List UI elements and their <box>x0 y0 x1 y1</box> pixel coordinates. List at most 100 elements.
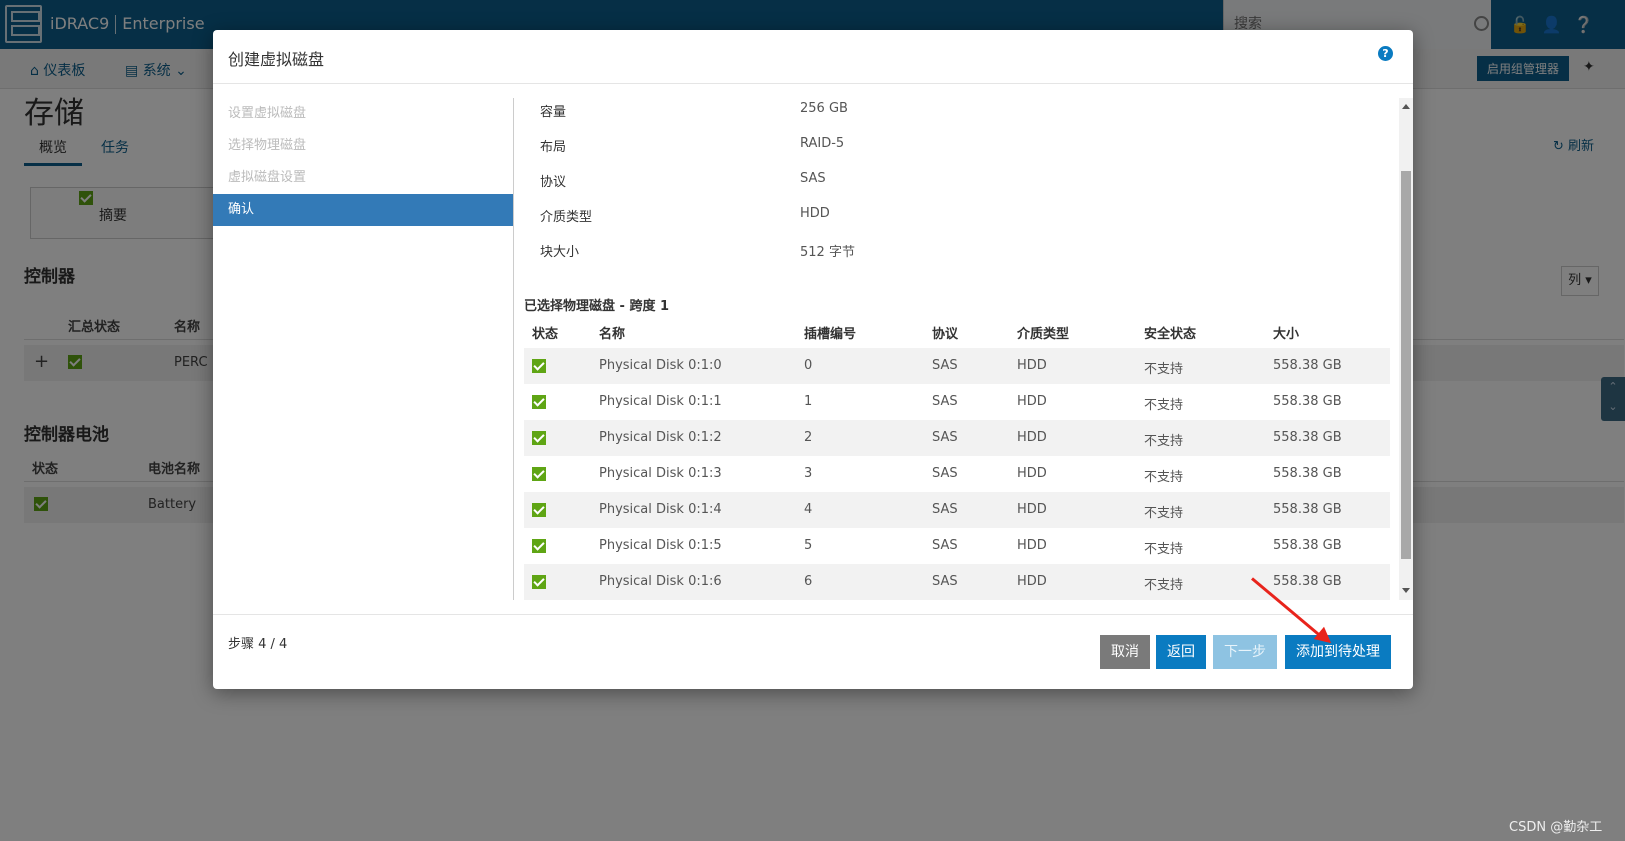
disk-media: HDD <box>1017 394 1047 409</box>
status-ok-icon <box>532 467 546 485</box>
table-header: 状态 名称 插槽编号 协议 介质类型 安全状态 大小 <box>524 315 1390 348</box>
status-ok-icon <box>532 431 546 449</box>
step-select-disks[interactable]: 选择物理磁盘 <box>213 130 513 162</box>
protocol-label: 协议 <box>540 175 567 190</box>
scroll-up-icon[interactable] <box>1402 104 1410 109</box>
check-icon <box>532 395 546 409</box>
table-row: Physical Disk 0:1:0 0 SAS HDD 不支持 558.38 GB <box>524 348 1390 384</box>
disk-security: 不支持 <box>1144 362 1184 377</box>
status-ok-icon <box>532 359 546 377</box>
capacity-label: 容量 <box>540 105 567 120</box>
step-setup[interactable]: 设置虚拟磁盘 <box>213 98 513 130</box>
disk-size: 558.38 GB <box>1273 430 1342 445</box>
disk-slot: 1 <box>804 394 813 409</box>
disk-slot: 2 <box>804 430 813 445</box>
cancel-button[interactable]: 取消 <box>1100 635 1150 669</box>
disk-protocol: SAS <box>932 358 958 373</box>
wizard-steps: 设置虚拟磁盘 选择物理磁盘 虚拟磁盘设置 确认 <box>213 98 513 226</box>
disk-slot: 3 <box>804 466 813 481</box>
disk-protocol: SAS <box>932 394 958 409</box>
col-status: 状态 <box>532 327 559 342</box>
disk-name: Physical Disk 0:1:0 <box>599 358 722 373</box>
status-ok-icon <box>532 539 546 557</box>
col-protocol: 协议 <box>932 327 959 342</box>
layout-label: 布局 <box>540 140 567 155</box>
disk-slot: 6 <box>804 574 813 589</box>
modal-header: 创建虚拟磁盘 ? <box>213 30 1413 84</box>
disk-slot: 5 <box>804 538 813 553</box>
disk-security: 不支持 <box>1144 578 1184 593</box>
col-media: 介质类型 <box>1017 327 1070 342</box>
disk-protocol: SAS <box>932 430 958 445</box>
table-row: Physical Disk 0:1:4 4 SAS HDD 不支持 558.38 GB <box>524 492 1390 528</box>
step-disk-settings[interactable]: 虚拟磁盘设置 <box>213 162 513 194</box>
check-icon <box>532 503 546 517</box>
add-to-pending-button[interactable]: 添加到待处理 <box>1285 635 1391 669</box>
disk-protocol: SAS <box>932 502 958 517</box>
check-icon <box>532 575 546 589</box>
disk-slot: 4 <box>804 502 813 517</box>
disk-name: Physical Disk 0:1:3 <box>599 466 722 481</box>
disk-size: 558.38 GB <box>1273 502 1342 517</box>
disk-protocol: SAS <box>932 538 958 553</box>
table-row: Physical Disk 0:1:6 6 SAS HDD 不支持 558.38 GB <box>524 564 1390 600</box>
disk-security: 不支持 <box>1144 542 1184 557</box>
block-size-value: 512 字节 <box>800 245 855 260</box>
disk-size: 558.38 GB <box>1273 538 1342 553</box>
disk-name: Physical Disk 0:1:5 <box>599 538 722 553</box>
check-icon <box>532 539 546 553</box>
disk-name: Physical Disk 0:1:1 <box>599 394 722 409</box>
table-row: Physical Disk 0:1:1 1 SAS HDD 不支持 558.38 GB <box>524 384 1390 420</box>
confirm-content: 容量 256 GB 布局 RAID-5 协议 SAS 介质类型 HDD 块大小 … <box>514 98 1399 600</box>
disk-media: HDD <box>1017 574 1047 589</box>
scroll-thumb[interactable] <box>1401 171 1411 559</box>
scroll-down-icon[interactable] <box>1402 588 1410 593</box>
status-ok-icon <box>532 575 546 593</box>
disk-security: 不支持 <box>1144 434 1184 449</box>
selected-disks-title: 已选择物理磁盘 - 跨度 1 <box>524 299 670 314</box>
protocol-value: SAS <box>800 171 826 186</box>
disk-slot: 0 <box>804 358 813 373</box>
table-row: Physical Disk 0:1:5 5 SAS HDD 不支持 558.38 GB <box>524 528 1390 564</box>
col-name: 名称 <box>599 327 626 342</box>
status-ok-icon <box>532 395 546 413</box>
block-size-label: 块大小 <box>540 245 580 260</box>
help-icon[interactable]: ? <box>1378 46 1393 61</box>
disk-media: HDD <box>1017 430 1047 445</box>
disk-size: 558.38 GB <box>1273 466 1342 481</box>
check-icon <box>532 467 546 481</box>
selected-disks-table: 状态 名称 插槽编号 协议 介质类型 安全状态 大小 Physical Disk… <box>524 315 1390 600</box>
step-confirm[interactable]: 确认 <box>213 194 513 226</box>
col-size: 大小 <box>1273 327 1300 342</box>
table-row: Physical Disk 0:1:3 3 SAS HDD 不支持 558.38 GB <box>524 456 1390 492</box>
col-slot: 插槽编号 <box>804 327 857 342</box>
media-type-label: 介质类型 <box>540 210 593 225</box>
col-security: 安全状态 <box>1144 327 1197 342</box>
disk-media: HDD <box>1017 358 1047 373</box>
content-scrollbar[interactable] <box>1399 98 1413 600</box>
back-button[interactable]: 返回 <box>1156 635 1206 669</box>
modal-title: 创建虚拟磁盘 <box>228 50 325 69</box>
disk-size: 558.38 GB <box>1273 358 1342 373</box>
disk-media: HDD <box>1017 538 1047 553</box>
disk-security: 不支持 <box>1144 398 1184 413</box>
check-icon <box>532 431 546 445</box>
disk-size: 558.38 GB <box>1273 574 1342 589</box>
modal-footer: 步骤 4 / 4 取消 返回 下一步 添加到待处理 <box>213 614 1413 689</box>
table-body: Physical Disk 0:1:0 0 SAS HDD 不支持 558.38 GB Ph… <box>524 348 1390 600</box>
disk-name: Physical Disk 0:1:6 <box>599 574 722 589</box>
disk-media: HDD <box>1017 466 1047 481</box>
next-button[interactable]: 下一步 <box>1213 635 1277 669</box>
media-type-value: HDD <box>800 206 830 221</box>
disk-media: HDD <box>1017 502 1047 517</box>
disk-name: Physical Disk 0:1:2 <box>599 430 722 445</box>
layout-value: RAID-5 <box>800 136 845 151</box>
watermark: CSDN @勤杂工 <box>1509 820 1603 835</box>
disk-protocol: SAS <box>932 466 958 481</box>
step-count: 步骤 4 / 4 <box>228 637 288 652</box>
check-icon <box>532 359 546 373</box>
disk-security: 不支持 <box>1144 506 1184 521</box>
capacity-value: 256 GB <box>800 101 848 116</box>
disk-size: 558.38 GB <box>1273 394 1342 409</box>
disk-name: Physical Disk 0:1:4 <box>599 502 722 517</box>
